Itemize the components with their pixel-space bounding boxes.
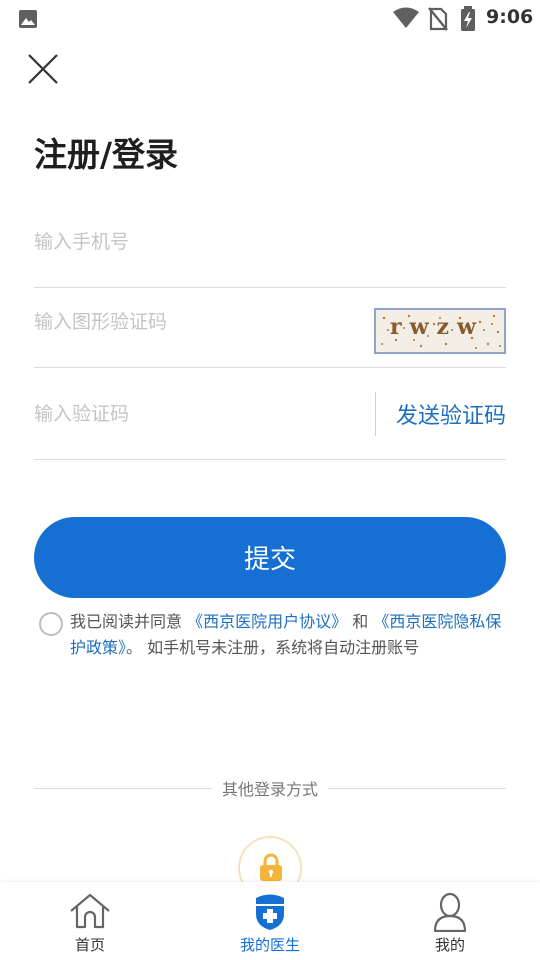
- tab-home-label: 首页: [74, 936, 105, 954]
- agreement-checkbox[interactable]: [39, 612, 63, 636]
- page-title: 注册/登录: [34, 135, 179, 174]
- tab-mine-label: 我的: [434, 936, 465, 954]
- home-icon: [70, 893, 110, 929]
- agreement-suffix: 。 如手机号未注册，系统将自动注册账号: [126, 638, 420, 657]
- phone-input[interactable]: [34, 220, 334, 264]
- lock-icon: [260, 853, 282, 881]
- wifi-icon: [393, 7, 419, 28]
- close-icon: [28, 54, 58, 84]
- user-icon: [433, 892, 467, 932]
- phone-field-row: [34, 196, 506, 288]
- captcha-input[interactable]: [34, 300, 334, 344]
- captcha-field-row: rwzw: [34, 276, 506, 368]
- code-input[interactable]: [34, 392, 334, 436]
- no-sim-icon: [428, 7, 448, 31]
- code-field-row: 发送验证码: [34, 368, 506, 460]
- doctor-icon: [256, 894, 284, 930]
- status-bar: 9:06: [0, 0, 540, 36]
- status-time: 9:06: [486, 6, 534, 28]
- submit-button[interactable]: 提交: [34, 517, 506, 598]
- tab-my-doctor[interactable]: 我的医生: [180, 882, 360, 960]
- battery-charging-icon: [461, 6, 475, 31]
- other-login-divider: 其他登录方式: [34, 776, 507, 800]
- send-code-button[interactable]: 发送验证码: [374, 392, 506, 436]
- agreement-and: 和: [352, 612, 369, 631]
- bottom-tab-bar: 首页 我的医生 我的: [0, 882, 540, 960]
- other-login-label: 其他登录方式: [222, 780, 319, 799]
- divider-line-left: [34, 787, 212, 789]
- agreement-text: 我已阅读并同意 《西京医院用户协议》 和 《西京医院隐私保护政策》。 如手机号未…: [70, 609, 510, 661]
- agreement-prefix: 我已阅读并同意: [70, 612, 183, 631]
- user-agreement-link[interactable]: 《西京医院用户协议》: [187, 612, 347, 631]
- captcha-image[interactable]: rwzw: [374, 308, 506, 354]
- gallery-icon: [19, 10, 37, 28]
- divider-line-right: [328, 787, 507, 789]
- captcha-text: rwzw: [390, 314, 484, 340]
- tab-my-doctor-label: 我的医生: [239, 936, 300, 954]
- tab-home[interactable]: 首页: [0, 882, 180, 960]
- tab-mine[interactable]: 我的: [360, 882, 540, 960]
- close-button[interactable]: [26, 52, 60, 86]
